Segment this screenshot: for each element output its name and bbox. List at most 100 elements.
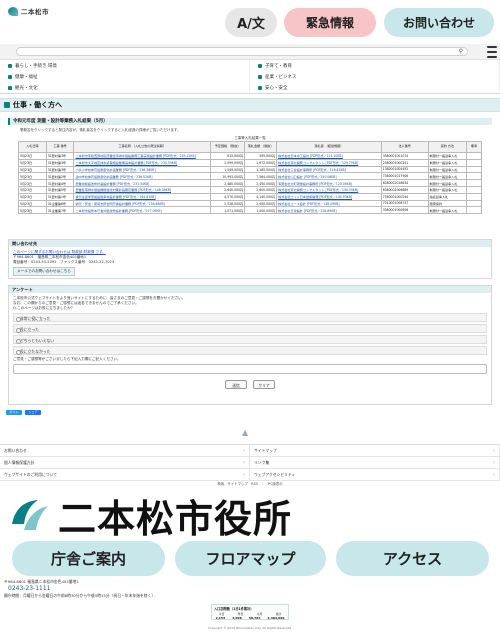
footer-link-privacy[interactable]: 個人情報保護方針 <box>0 457 250 469</box>
table-row: 5月23日 31企業第7号 二本松市役所本庁舎外壁改修設計業務 [PDF形式／217… <box>18 206 482 215</box>
floor-map-button[interactable]: フロアマップ <box>175 541 326 576</box>
cell-winner[interactable]: 株式会社三谷設計事務所 [PDF形式／116.42KB] <box>276 165 382 174</box>
city-logo-icon <box>8 494 52 538</box>
cell-estimate: 2,480,000円 <box>210 179 246 187</box>
cell-name[interactable]: 二本松市大平地区排水処理施設整備基本設計業務 [PDF形式／230.59KB] <box>73 158 212 167</box>
cell-date: 5月23日 <box>18 185 47 194</box>
survey-comment-field[interactable] <box>13 364 487 374</box>
submit-button[interactable]: 送信 <box>225 380 247 389</box>
contact-phone: 電話番号：0243-55-5092 ファックス番号：0243-22-7023 <box>13 260 115 264</box>
heart-icon <box>8 74 12 79</box>
search-icon[interactable]: ⚲ <box>459 48 463 55</box>
cell-price: 1,672,000円 <box>244 158 278 167</box>
survey-option-helpful[interactable]: 役に立った <box>13 324 487 333</box>
survey-option-not-helpful[interactable]: 役に立たなかった <box>13 346 487 355</box>
cell-winner[interactable]: 株式会社東北開発コンサルタント [PDF形式／129.70KB] <box>276 158 382 167</box>
cell-number: 31農村第3号 <box>45 158 75 167</box>
page-top-icon[interactable]: ▲ <box>242 428 248 437</box>
site-header: 二本松市 A/文 緊急情報 お問い合わせ <box>0 0 500 44</box>
cell-winner[interactable]: 株式会社エイト日本技術開発 [PDF形式／145.93KB] <box>276 192 382 201</box>
section-heading: 令和元年度 測量・設計等業務入札結果（5月） <box>8 118 492 125</box>
survey-heading: アンケート <box>9 286 491 293</box>
nav-item-tourism[interactable]: 観光・文化 <box>0 82 250 93</box>
cell-date: 5月23日 <box>18 165 47 174</box>
footer-link-links[interactable]: リンク集 <box>250 457 500 469</box>
cell-name[interactable]: 二本松市役所本庁舎外壁改修設計業務 [PDF形式／217.09KB] <box>73 206 212 215</box>
cell-name[interactable]: 岩代・安達・東和支所合同庁舎設計業務 [PDF形式／134.68KB] <box>73 199 212 208</box>
table-note: 業務名をクリックすると発注内容が、落札者名をクリックすると入札経過の詳細がご覧い… <box>20 128 181 132</box>
cell-corp-id: 6380002006689 <box>380 185 429 194</box>
search-input[interactable]: ⚲ <box>16 47 468 56</box>
cell-name[interactable]: 鉄代生涯学習施設駐車場設計業務 [PDF形式／164.81KB] <box>73 192 212 201</box>
site-logo-text: 二本松市 <box>21 8 49 16</box>
cell-number: 31農村第5号 <box>45 185 75 194</box>
cell-remarks <box>466 165 482 174</box>
cell-winner[interactable]: 株式会社日建設計 [PDF形式／126.89KB] <box>276 206 382 215</box>
cell-name[interactable]: 農業集落排水施設機能強化対策計画策定業務 [PDF形式／148.39KB] <box>73 185 212 194</box>
cell-price: 4,140,000円 <box>244 192 278 201</box>
cell-name[interactable]: 小浜小学校体育館耐震化計画業務 [PDF形式／236.38KB] <box>73 165 212 174</box>
nav-item-living[interactable]: 暮らし・手続き 環境 <box>0 60 250 71</box>
cell-winner[interactable]: 株式会社東北開発コンサルタント [PDF形式／130.54KB] <box>276 185 382 194</box>
cell-remarks <box>466 206 482 215</box>
footer-phone[interactable]: 0243-23-1111 <box>8 585 51 592</box>
table-row: 5月23日 31農村第2号 岳中学校体育館耐震化計画業務 [PDF形式／236.52… <box>18 172 482 181</box>
cell-winner[interactable]: 株式会社エース設計 [PDF形式／138.09KB] <box>276 199 382 208</box>
cell-method: 制限付一般競争入札 <box>427 179 468 187</box>
cell-winner[interactable]: 株式会社山口設計 [PDF形式／150.06KB] <box>276 172 382 181</box>
cell-name[interactable]: 農業用施設改修計画設計業務 [PDF形式／231.54KB] <box>73 179 212 187</box>
bid-results-table: 入札日時 工事 番号 工事名称 （入札公告の発注情報） 予定価格 （税抜） 落札… <box>18 141 482 215</box>
facebook-share-button[interactable]: シェア <box>25 410 41 415</box>
cell-winner[interactable]: 有限会社大町測量設計事務所 [PDF形式／123.35KB] <box>276 179 382 187</box>
cell-date: 5月23日 <box>18 158 47 167</box>
footer-link-contact[interactable]: お問い合わせ <box>0 445 250 457</box>
cell-number: 31農村第3号 <box>45 152 75 160</box>
hamburger-menu-icon[interactable] <box>487 46 497 58</box>
language-button[interactable]: A/文 <box>225 8 277 37</box>
counter-value: 58,781 <box>248 616 261 620</box>
table-row: 5月23日 31農村第3号 二本松市大平地区排水処理施設整備基本設計業務 [PDF形… <box>18 158 482 167</box>
page-title: 仕事・働く方へ <box>13 101 62 109</box>
access-button[interactable]: アクセス <box>336 541 489 576</box>
cell-winner[interactable]: 株式会社日本水工設計 [PDF形式／123.10KB] <box>276 152 382 160</box>
cell-date: 5月23日 <box>18 199 47 208</box>
emergency-info-button[interactable]: 緊急情報 <box>284 8 376 37</box>
cell-number: 31企業第6号 <box>45 199 75 208</box>
footer-link-sitemap[interactable]: サイトマップ <box>250 445 500 457</box>
nav-item-health[interactable]: 健康・福祉 <box>0 71 250 82</box>
site-logo[interactable]: 二本松市 <box>8 6 49 16</box>
cell-name[interactable]: 二本松市東和西部地区農業集落排水施設整備工事実施設計業務 [PDF形式／235.… <box>73 152 212 160</box>
cell-date: 5月23日 <box>18 152 47 160</box>
table-row: 5月23日 31農村第1号 鉄代生涯学習施設駐車場設計業務 [PDF形式／164.8… <box>18 192 482 201</box>
tweet-button[interactable]: ポスト <box>6 410 22 415</box>
city-logo-icon <box>8 6 18 16</box>
footer-sub-links[interactable]: 検索 サイトマップ RSS ｜ PC版表示 <box>0 481 500 486</box>
cell-corp-id: 6380002018634 <box>380 179 429 187</box>
cell-number: 31農村第1号 <box>45 192 75 201</box>
cell-number: 31企業第7号 <box>45 206 75 215</box>
nav-item-safety[interactable]: 安心・安全 <box>250 82 500 93</box>
footer-link-accessibility[interactable]: ウェブアクセシビリティ <box>250 469 500 481</box>
survey-option-neutral[interactable]: どちらともいえない <box>13 335 487 344</box>
table-row: 5月23日 31農村第5号 農業集落排水施設機能強化対策計画策定業務 [PDF形式／… <box>18 185 482 194</box>
clear-button[interactable]: クリア <box>253 380 275 389</box>
cell-corp-id: 7380001000244 <box>380 192 429 201</box>
footer-link-usage[interactable]: ウェブサイトのご利用について <box>0 469 250 481</box>
cell-date: 5月23日 <box>18 179 47 187</box>
survey-option-very-helpful[interactable]: 非常に役に立った <box>13 313 487 322</box>
cell-name[interactable]: 岳中学校体育館耐震化計画業務 [PDF形式／236.52KB] <box>73 172 212 181</box>
footer-hours: 開庁時間：月曜日から金曜日の午前8時30分から午後5時15分（祝日・年末年始を除… <box>4 593 156 598</box>
cell-estimate: 1,071,000円 <box>210 206 246 215</box>
office-guide-button[interactable]: 庁舎ご案内 <box>12 541 165 576</box>
cell-remarks <box>466 179 482 187</box>
contact-button[interactable]: お問い合わせ <box>384 8 494 37</box>
cell-corp-id: 3380001001074 <box>380 152 429 160</box>
cell-remarks <box>466 199 482 208</box>
nav-item-childcare[interactable]: 子育て・教育 <box>250 60 500 71</box>
mail-contact-button[interactable]: メールでのお問い合わせはこちら <box>13 267 75 276</box>
nav-item-business[interactable]: 産業・ビジネス <box>250 71 500 82</box>
building-icon <box>258 74 262 79</box>
table-row: 5月23日 31農村第3号 小浜小学校体育館耐震化計画業務 [PDF形式／236.3… <box>18 165 482 174</box>
cell-price: 1,000,000円 <box>244 206 278 215</box>
footer-city-name: 二本松市役所 <box>58 496 293 541</box>
